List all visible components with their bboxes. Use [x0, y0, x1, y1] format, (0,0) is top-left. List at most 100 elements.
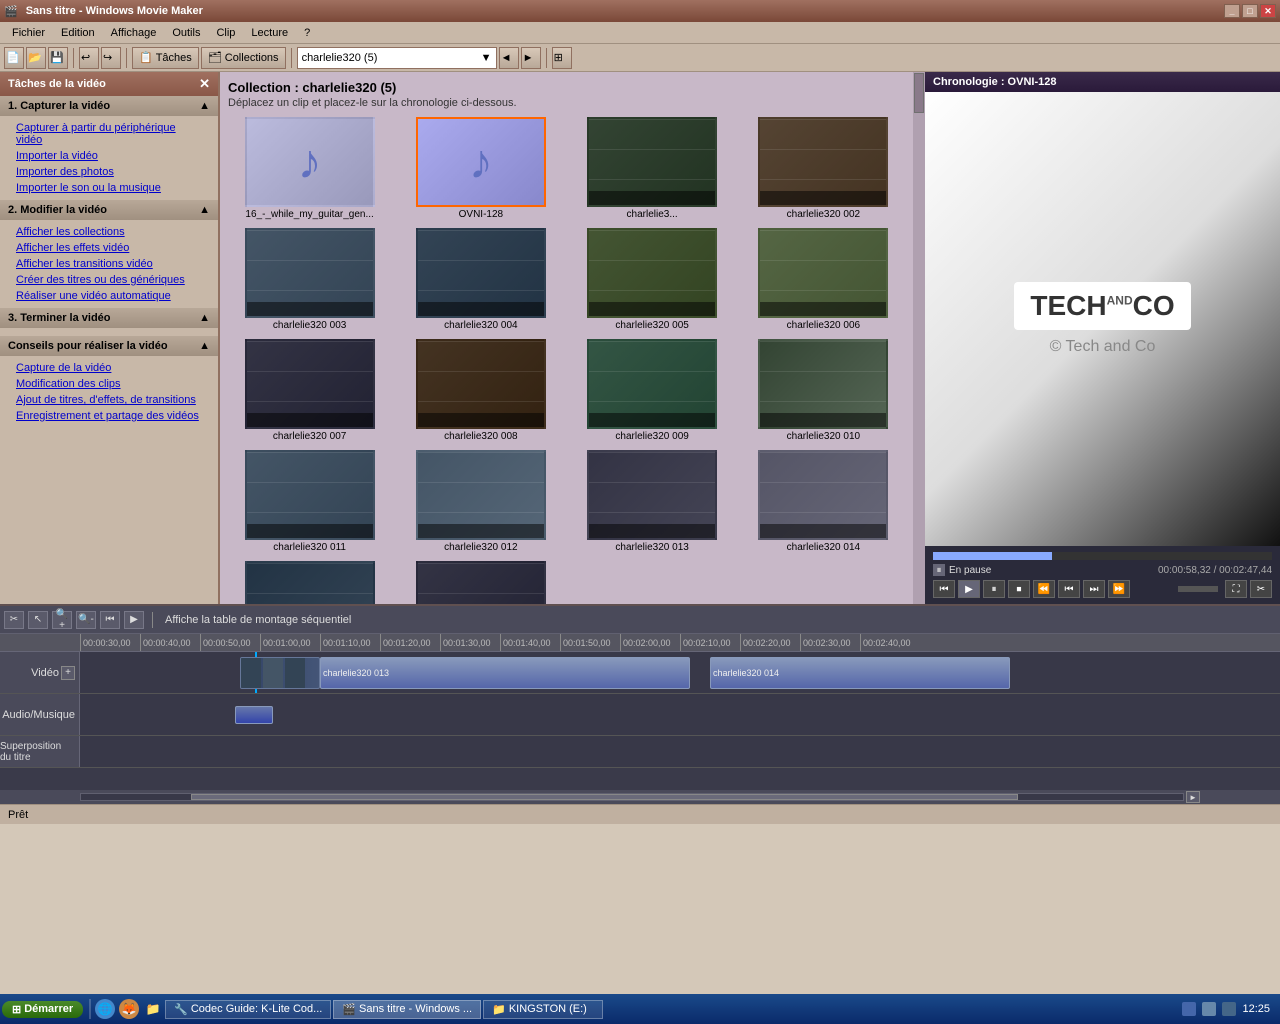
volume-slider[interactable]: [1178, 586, 1218, 592]
audio-track-content[interactable]: [80, 694, 1280, 735]
clip-item-clip13[interactable]: charlelie320 011: [228, 450, 391, 553]
save-button[interactable]: 💾: [48, 47, 68, 69]
section-finish-header[interactable]: 3. Terminer la vidéo ▲: [0, 308, 218, 328]
redo-button[interactable]: ↪: [101, 47, 121, 69]
link-import-son[interactable]: Importer le son ou la musique: [0, 180, 218, 196]
window-controls[interactable]: _ □ ✕: [1224, 4, 1276, 18]
collections-label: Collections: [225, 52, 279, 64]
collections-button[interactable]: 🗂 Collections: [201, 47, 286, 69]
link-modification-clips[interactable]: Modification des clips: [0, 376, 218, 392]
timeline-content: 00:00:30,0000:00:40,0000:00:50,0000:01:0…: [0, 634, 1280, 804]
video-clip-014[interactable]: charlelie320 014: [710, 657, 1010, 689]
link-enregistrement[interactable]: Enregistrement et partage des vidéos: [0, 408, 218, 424]
title-track-content[interactable]: [80, 736, 1280, 767]
clip-item-clip12[interactable]: charlelie320 010: [742, 339, 905, 442]
start-button[interactable]: ⊞ Démarrer: [2, 1001, 83, 1018]
play-button[interactable]: ▶: [958, 580, 980, 598]
clip-item-clip18[interactable]: [399, 561, 562, 604]
link-import-video[interactable]: Importer la vidéo: [0, 148, 218, 164]
section-tips-header[interactable]: Conseils pour réaliser la vidéo ▲: [0, 336, 218, 356]
link-creer-titres[interactable]: Créer des titres ou des génériques: [0, 272, 218, 288]
new-button[interactable]: 📄: [4, 47, 24, 69]
menu-edition[interactable]: Edition: [53, 25, 103, 41]
scroll-right-button[interactable]: ►: [1186, 791, 1200, 803]
clip-item-clip5[interactable]: charlelie320 003: [228, 228, 391, 331]
prev-clip-button[interactable]: ⏮: [1058, 580, 1080, 598]
open-button[interactable]: 📂: [26, 47, 46, 69]
next-clip-button[interactable]: ⏭: [1083, 580, 1105, 598]
quicklaunch-firefox-icon[interactable]: 🦊: [119, 999, 139, 1019]
tl-btn-select[interactable]: ↖: [28, 611, 48, 629]
video-clip-013[interactable]: charlelie320 013: [320, 657, 690, 689]
menu-outils[interactable]: Outils: [164, 25, 208, 41]
quicklaunch-folder-icon[interactable]: 📁: [143, 999, 163, 1019]
split-button[interactable]: ✂: [1250, 580, 1272, 598]
section-capture-header[interactable]: 1. Capturer la vidéo ▲: [0, 96, 218, 116]
rewind-button[interactable]: ⏪: [1033, 580, 1055, 598]
tl-btn-scissors[interactable]: ✂: [4, 611, 24, 629]
maximize-button[interactable]: □: [1242, 4, 1258, 18]
fullscreen-button[interactable]: ⛶: [1225, 580, 1247, 598]
tasks-button[interactable]: 📋 Tâches: [132, 47, 199, 69]
progress-bar-container[interactable]: [933, 552, 1272, 560]
clip-item-clip4[interactable]: charlelie320 002: [742, 117, 905, 220]
fast-forward-button[interactable]: ⏩: [1108, 580, 1130, 598]
undo-button[interactable]: ↩: [79, 47, 99, 69]
collection-selector[interactable]: charlelie320 (5) ▼: [297, 47, 497, 69]
tl-btn-prev[interactable]: ⏮: [100, 611, 120, 629]
clip-item-clip3[interactable]: charlelie3...: [571, 117, 734, 220]
clip-item-clip11[interactable]: charlelie320 009: [571, 339, 734, 442]
clip-item-clip14[interactable]: charlelie320 012: [399, 450, 562, 553]
video-track-add-button[interactable]: +: [61, 666, 75, 680]
minimize-button[interactable]: _: [1224, 4, 1240, 18]
stop-button[interactable]: ⏹: [1008, 580, 1030, 598]
prev-frame-button[interactable]: ⏮: [933, 580, 955, 598]
view-options-button[interactable]: ⊞: [552, 47, 572, 69]
clip-item-clip16[interactable]: charlelie320 014: [742, 450, 905, 553]
link-capture-periph[interactable]: Capturer à partir du périphérique vidéo: [0, 120, 218, 148]
link-afficher-effets[interactable]: Afficher les effets vidéo: [0, 240, 218, 256]
taskbar-item-kingston[interactable]: 📁 KINGSTON (E:): [483, 1000, 603, 1019]
scrollbar-track[interactable]: [80, 793, 1184, 801]
panel-close-button[interactable]: ✕: [199, 76, 210, 92]
clip-item-clip1[interactable]: ♪16_-_while_my_guitar_gen...: [228, 117, 391, 220]
section-modify-header[interactable]: 2. Modifier la vidéo ▲: [0, 200, 218, 220]
menu-fichier[interactable]: Fichier: [4, 25, 53, 41]
timeline-scrollbar[interactable]: ►: [0, 790, 1280, 804]
tl-btn-zoom-out[interactable]: 🔍-: [76, 611, 96, 629]
video-clip-start[interactable]: [240, 657, 320, 689]
nav-back-button[interactable]: ◄: [499, 47, 519, 69]
pause-button[interactable]: ⏸: [983, 580, 1005, 598]
clip-item-clip2[interactable]: ♪OVNI-128: [399, 117, 562, 220]
video-track-content[interactable]: charlelie320 013 charlelie320 014 char: [80, 652, 1280, 693]
scrollbar[interactable]: [913, 72, 925, 604]
taskbar-item-moviemaker[interactable]: 🎬 Sans titre - Windows ...: [333, 1000, 481, 1019]
audio-clip[interactable]: [235, 706, 273, 724]
link-realiser-auto[interactable]: Réaliser une vidéo automatique: [0, 288, 218, 304]
link-afficher-collections[interactable]: Afficher les collections: [0, 224, 218, 240]
link-ajout-titres[interactable]: Ajout de titres, d'effets, de transition…: [0, 392, 218, 408]
clip-item-clip8[interactable]: charlelie320 006: [742, 228, 905, 331]
menu-help[interactable]: ?: [296, 25, 318, 41]
clip-item-clip7[interactable]: charlelie320 005: [571, 228, 734, 331]
scrollbar-thumb-h[interactable]: [191, 794, 1018, 800]
link-afficher-transitions[interactable]: Afficher les transitions vidéo: [0, 256, 218, 272]
taskbar-item-codec[interactable]: 🔧 Codec Guide: K-Lite Cod...: [165, 1000, 331, 1019]
quicklaunch-ie-icon[interactable]: 🌐: [95, 999, 115, 1019]
clip-item-clip10[interactable]: charlelie320 008: [399, 339, 562, 442]
tl-btn-play[interactable]: ▶: [124, 611, 144, 629]
clip-item-clip9[interactable]: charlelie320 007: [228, 339, 391, 442]
link-capture-video[interactable]: Capture de la vidéo: [0, 360, 218, 376]
clip-item-clip17[interactable]: [228, 561, 391, 604]
network-tray-icon: [1182, 1002, 1196, 1016]
clip-item-clip6[interactable]: charlelie320 004: [399, 228, 562, 331]
clip-item-clip15[interactable]: charlelie320 013: [571, 450, 734, 553]
menu-clip[interactable]: Clip: [208, 25, 243, 41]
close-button[interactable]: ✕: [1260, 4, 1276, 18]
nav-forward-button[interactable]: ►: [521, 47, 541, 69]
tl-btn-zoom-in[interactable]: 🔍+: [52, 611, 72, 629]
menu-lecture[interactable]: Lecture: [243, 25, 296, 41]
menu-affichage[interactable]: Affichage: [103, 25, 165, 41]
scrollbar-thumb[interactable]: [914, 73, 924, 113]
link-import-photos[interactable]: Importer des photos: [0, 164, 218, 180]
